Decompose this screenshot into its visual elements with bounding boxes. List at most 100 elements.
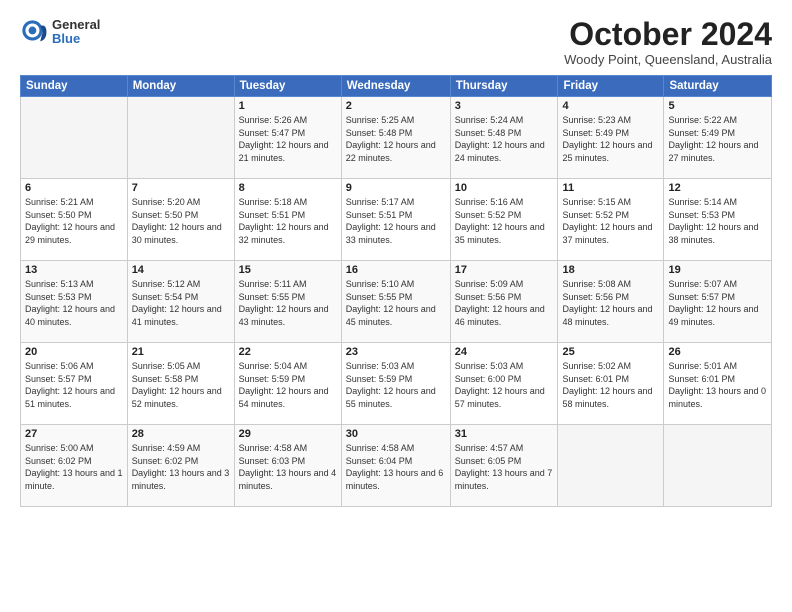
day-detail: Sunrise: 5:21 AMSunset: 5:50 PMDaylight:… bbox=[25, 196, 123, 246]
day-header-saturday: Saturday bbox=[664, 76, 772, 97]
day-number: 21 bbox=[132, 346, 230, 358]
day-detail: Sunrise: 5:14 AMSunset: 5:53 PMDaylight:… bbox=[668, 196, 767, 246]
day-number: 27 bbox=[25, 428, 123, 440]
day-detail: Sunrise: 5:16 AMSunset: 5:52 PMDaylight:… bbox=[455, 196, 554, 246]
calendar-cell: 19 Sunrise: 5:07 AMSunset: 5:57 PMDayligh… bbox=[664, 261, 772, 343]
day-number: 3 bbox=[455, 100, 554, 112]
day-number: 8 bbox=[239, 182, 337, 194]
calendar-cell: 2 Sunrise: 5:25 AMSunset: 5:48 PMDaylight… bbox=[341, 97, 450, 179]
day-detail: Sunrise: 5:15 AMSunset: 5:52 PMDaylight:… bbox=[562, 196, 659, 246]
calendar-cell: 26 Sunrise: 5:01 AMSunset: 6:01 PMDayligh… bbox=[664, 343, 772, 425]
day-number: 19 bbox=[668, 264, 767, 276]
day-header-tuesday: Tuesday bbox=[234, 76, 341, 97]
calendar-cell: 16 Sunrise: 5:10 AMSunset: 5:55 PMDayligh… bbox=[341, 261, 450, 343]
calendar-week-1: 1 Sunrise: 5:26 AMSunset: 5:47 PMDaylight… bbox=[21, 97, 772, 179]
day-detail: Sunrise: 5:25 AMSunset: 5:48 PMDaylight:… bbox=[346, 114, 446, 164]
day-detail: Sunrise: 4:57 AMSunset: 6:05 PMDaylight:… bbox=[455, 442, 554, 492]
day-number: 29 bbox=[239, 428, 337, 440]
calendar-week-2: 6 Sunrise: 5:21 AMSunset: 5:50 PMDaylight… bbox=[21, 179, 772, 261]
calendar-cell: 23Sunrise: 5:03 AMSunset: 5:59 PMDayligh… bbox=[341, 343, 450, 425]
day-detail: Sunrise: 4:58 AMSunset: 6:03 PMDaylight:… bbox=[239, 442, 337, 492]
day-number: 15 bbox=[239, 264, 337, 276]
day-number: 9 bbox=[346, 182, 446, 194]
day-number: 25 bbox=[562, 346, 659, 358]
day-detail: Sunrise: 5:11 AMSunset: 5:55 PMDaylight:… bbox=[239, 278, 337, 328]
day-detail: Sunrise: 5:22 AMSunset: 5:49 PMDaylight:… bbox=[668, 114, 767, 164]
day-number: 12 bbox=[668, 182, 767, 194]
calendar-week-3: 13Sunrise: 5:13 AMSunset: 5:53 PMDayligh… bbox=[21, 261, 772, 343]
day-number: 30 bbox=[346, 428, 446, 440]
header: General Blue October 2024 Woody Point, Q… bbox=[20, 18, 772, 67]
logo: General Blue bbox=[20, 18, 100, 47]
logo-text: General Blue bbox=[52, 18, 100, 47]
calendar-week-5: 27 Sunrise: 5:00 AMSunset: 6:02 PMDayligh… bbox=[21, 425, 772, 507]
logo-icon bbox=[20, 18, 48, 46]
day-detail: Sunrise: 4:58 AMSunset: 6:04 PMDaylight:… bbox=[346, 442, 446, 492]
day-detail: Sunrise: 5:13 AMSunset: 5:53 PMDaylight:… bbox=[25, 278, 123, 328]
calendar-table: SundayMondayTuesdayWednesdayThursdayFrid… bbox=[20, 75, 772, 507]
calendar-cell: 28 Sunrise: 4:59 AMSunset: 6:02 PMDayligh… bbox=[127, 425, 234, 507]
day-detail: Sunrise: 5:00 AMSunset: 6:02 PMDaylight:… bbox=[25, 442, 123, 492]
calendar-cell: 6 Sunrise: 5:21 AMSunset: 5:50 PMDaylight… bbox=[21, 179, 128, 261]
calendar-cell: 20 Sunrise: 5:06 AMSunset: 5:57 PMDayligh… bbox=[21, 343, 128, 425]
calendar-cell: 29 Sunrise: 4:58 AMSunset: 6:03 PMDayligh… bbox=[234, 425, 341, 507]
day-number: 28 bbox=[132, 428, 230, 440]
day-detail: Sunrise: 4:59 AMSunset: 6:02 PMDaylight:… bbox=[132, 442, 230, 492]
day-detail: Sunrise: 5:10 AMSunset: 5:55 PMDaylight:… bbox=[346, 278, 446, 328]
calendar-cell: 30 Sunrise: 4:58 AMSunset: 6:04 PMDayligh… bbox=[341, 425, 450, 507]
day-number: 11 bbox=[562, 182, 659, 194]
day-detail: Sunrise: 5:01 AMSunset: 6:01 PMDaylight:… bbox=[668, 360, 767, 410]
calendar-cell: 17Sunrise: 5:09 AMSunset: 5:56 PMDayligh… bbox=[450, 261, 558, 343]
calendar-cell: 15 Sunrise: 5:11 AMSunset: 5:55 PMDayligh… bbox=[234, 261, 341, 343]
day-number: 4 bbox=[562, 100, 659, 112]
logo-general: General bbox=[52, 18, 100, 32]
day-detail: Sunrise: 5:05 AMSunset: 5:58 PMDaylight:… bbox=[132, 360, 230, 410]
title-block: October 2024 Woody Point, Queensland, Au… bbox=[564, 18, 772, 67]
calendar-cell: 4 Sunrise: 5:23 AMSunset: 5:49 PMDaylight… bbox=[558, 97, 664, 179]
day-number: 5 bbox=[668, 100, 767, 112]
day-detail: Sunrise: 5:24 AMSunset: 5:48 PMDaylight:… bbox=[455, 114, 554, 164]
day-detail: Sunrise: 5:23 AMSunset: 5:49 PMDaylight:… bbox=[562, 114, 659, 164]
day-number: 16 bbox=[346, 264, 446, 276]
logo-blue: Blue bbox=[52, 32, 100, 46]
calendar-cell: 10 Sunrise: 5:16 AMSunset: 5:52 PMDayligh… bbox=[450, 179, 558, 261]
day-header-friday: Friday bbox=[558, 76, 664, 97]
day-detail: Sunrise: 5:07 AMSunset: 5:57 PMDaylight:… bbox=[668, 278, 767, 328]
day-number: 31 bbox=[455, 428, 554, 440]
day-detail: Sunrise: 5:26 AMSunset: 5:47 PMDaylight:… bbox=[239, 114, 337, 164]
day-detail: Sunrise: 5:03 AMSunset: 6:00 PMDaylight:… bbox=[455, 360, 554, 410]
calendar-cell: 18Sunrise: 5:08 AMSunset: 5:56 PMDayligh… bbox=[558, 261, 664, 343]
day-detail: Sunrise: 5:09 AMSunset: 5:56 PMDaylight:… bbox=[455, 278, 554, 328]
day-number: 7 bbox=[132, 182, 230, 194]
day-number: 6 bbox=[25, 182, 123, 194]
calendar-cell: 14Sunrise: 5:12 AMSunset: 5:54 PMDayligh… bbox=[127, 261, 234, 343]
calendar-cell: 21 Sunrise: 5:05 AMSunset: 5:58 PMDayligh… bbox=[127, 343, 234, 425]
day-detail: Sunrise: 5:12 AMSunset: 5:54 PMDaylight:… bbox=[132, 278, 230, 328]
day-detail: Sunrise: 5:06 AMSunset: 5:57 PMDaylight:… bbox=[25, 360, 123, 410]
day-number: 1 bbox=[239, 100, 337, 112]
day-detail: Sunrise: 5:17 AMSunset: 5:51 PMDaylight:… bbox=[346, 196, 446, 246]
calendar-cell: 12 Sunrise: 5:14 AMSunset: 5:53 PMDayligh… bbox=[664, 179, 772, 261]
day-number: 22 bbox=[239, 346, 337, 358]
calendar-cell: 13Sunrise: 5:13 AMSunset: 5:53 PMDayligh… bbox=[21, 261, 128, 343]
day-header-sunday: Sunday bbox=[21, 76, 128, 97]
day-detail: Sunrise: 5:03 AMSunset: 5:59 PMDaylight:… bbox=[346, 360, 446, 410]
day-header-wednesday: Wednesday bbox=[341, 76, 450, 97]
calendar-week-4: 20 Sunrise: 5:06 AMSunset: 5:57 PMDayligh… bbox=[21, 343, 772, 425]
day-detail: Sunrise: 5:04 AMSunset: 5:59 PMDaylight:… bbox=[239, 360, 337, 410]
calendar-header-row: SundayMondayTuesdayWednesdayThursdayFrid… bbox=[21, 76, 772, 97]
month-title: October 2024 bbox=[564, 18, 772, 50]
day-number: 2 bbox=[346, 100, 446, 112]
day-number: 26 bbox=[668, 346, 767, 358]
day-number: 20 bbox=[25, 346, 123, 358]
day-header-thursday: Thursday bbox=[450, 76, 558, 97]
calendar-cell: 11 Sunrise: 5:15 AMSunset: 5:52 PMDayligh… bbox=[558, 179, 664, 261]
day-number: 10 bbox=[455, 182, 554, 194]
calendar-cell: 3 Sunrise: 5:24 AMSunset: 5:48 PMDaylight… bbox=[450, 97, 558, 179]
day-detail: Sunrise: 5:08 AMSunset: 5:56 PMDaylight:… bbox=[562, 278, 659, 328]
calendar-cell: 9 Sunrise: 5:17 AMSunset: 5:51 PMDaylight… bbox=[341, 179, 450, 261]
calendar-cell bbox=[664, 425, 772, 507]
calendar-cell: 25Sunrise: 5:02 AMSunset: 6:01 PMDayligh… bbox=[558, 343, 664, 425]
calendar-cell bbox=[558, 425, 664, 507]
page: General Blue October 2024 Woody Point, Q… bbox=[0, 0, 792, 517]
